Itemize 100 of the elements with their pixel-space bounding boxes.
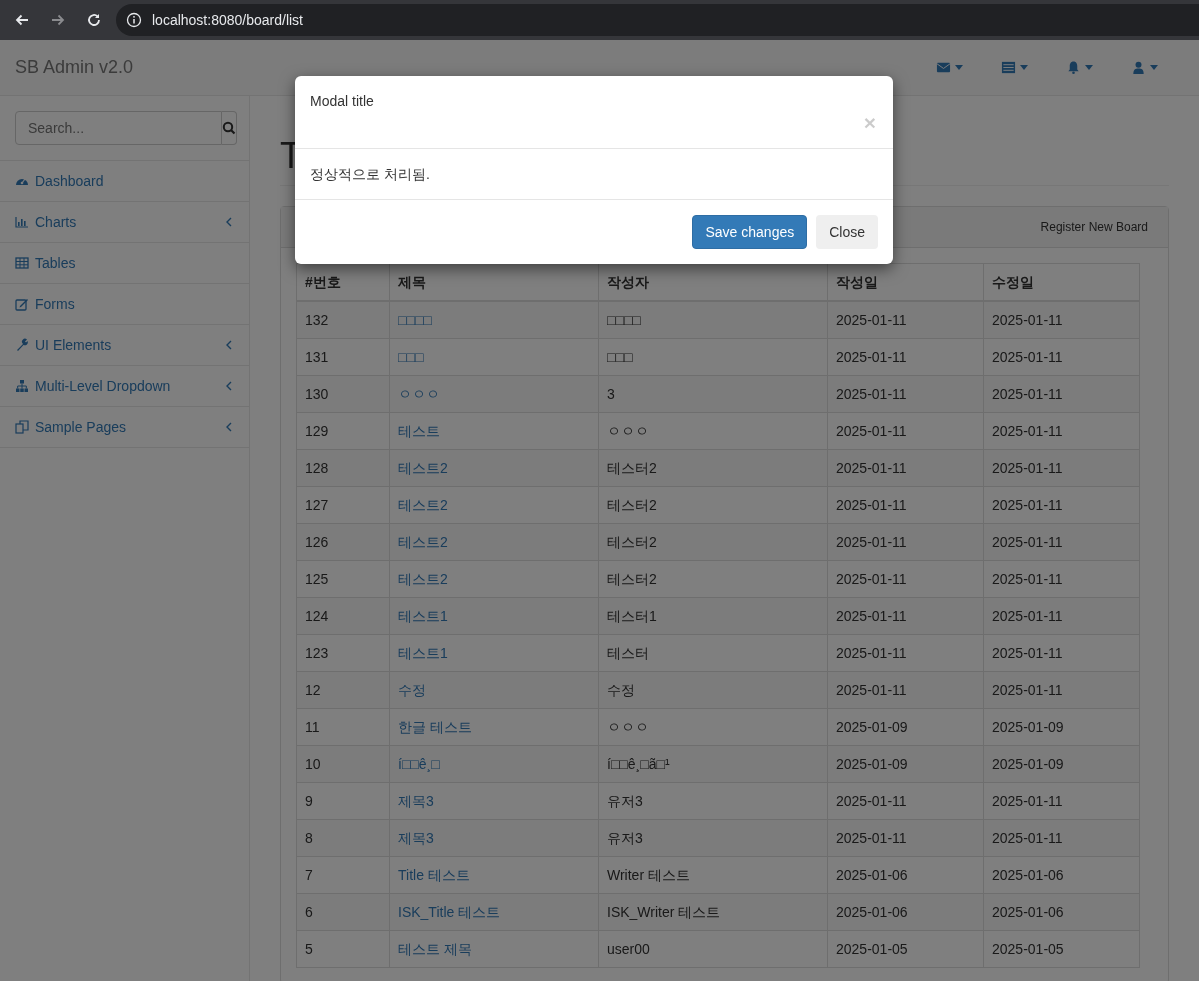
caret-icon	[1020, 65, 1028, 70]
table-cell: 2025-01-11	[827, 449, 984, 487]
table-cell: 2025-01-11	[827, 412, 984, 450]
title-link[interactable]: 테스트2	[398, 497, 448, 513]
table-cell: 130	[296, 375, 390, 413]
user-icon	[1131, 60, 1146, 75]
table-cell: 2025-01-11	[827, 523, 984, 561]
table-cell: 2025-01-11	[983, 671, 1140, 709]
table-cell: 테스터2	[598, 486, 828, 524]
table-cell: 129	[296, 412, 390, 450]
sidebar-item[interactable]: Tables	[0, 243, 249, 284]
title-link[interactable]: 제목3	[398, 793, 434, 809]
edit-icon	[15, 297, 29, 311]
table-cell: 유저3	[598, 819, 828, 857]
table-cell: 테스터1	[598, 597, 828, 635]
table-cell: 6	[296, 893, 390, 931]
title-link[interactable]: ㅇㅇㅇ	[398, 386, 440, 402]
title-link[interactable]: 테스트2	[398, 571, 448, 587]
table-cell: 2025-01-09	[827, 708, 984, 746]
info-icon	[126, 12, 142, 28]
table-cell: 2025-01-06	[983, 893, 1140, 931]
title-link[interactable]: □□□□	[398, 312, 432, 328]
table-cell: 11	[296, 708, 390, 746]
caret-icon	[955, 65, 963, 70]
table-cell: 2025-01-11	[983, 819, 1140, 857]
table-cell: 2025-01-11	[827, 819, 984, 857]
table-cell: 123	[296, 634, 390, 672]
table-cell: 2025-01-11	[827, 634, 984, 672]
search-button[interactable]	[222, 111, 237, 145]
table-cell: 132	[296, 301, 390, 339]
table-cell: 2025-01-11	[983, 412, 1140, 450]
table-cell: □□□	[598, 338, 828, 376]
save-button[interactable]: Save changes	[692, 215, 808, 249]
table-cell: 124	[296, 597, 390, 635]
table-cell: 2025-01-11	[983, 634, 1140, 672]
reload-icon	[86, 12, 102, 28]
table-cell: 5	[296, 930, 390, 968]
table-cell: 테스터2	[598, 560, 828, 598]
table-cell: 10	[296, 745, 390, 783]
table-cell: 2025-01-06	[983, 856, 1140, 894]
table-cell: 2025-01-05	[827, 930, 984, 968]
table-cell: 2025-01-11	[827, 338, 984, 376]
table-cell: ISK_Writer 테스트	[598, 893, 828, 931]
title-link[interactable]: 테스트1	[398, 608, 448, 624]
sidebar-item[interactable]: Charts	[0, 202, 249, 243]
close-button[interactable]: ×	[863, 113, 876, 133]
title-link[interactable]: □□□	[398, 349, 424, 365]
title-link[interactable]: 테스트	[398, 423, 440, 439]
table-cell: 2025-01-06	[827, 856, 984, 894]
table-cell: 126	[296, 523, 390, 561]
title-link[interactable]: 테스트1	[398, 645, 448, 661]
sidebar-item[interactable]: Sample Pages	[0, 407, 249, 448]
table-cell: 2025-01-11	[827, 301, 984, 339]
caret-icon	[1150, 65, 1158, 70]
table-cell: Writer 테스트	[598, 856, 828, 894]
search-field[interactable]: Search...	[15, 111, 222, 145]
title-link[interactable]: 수정	[398, 682, 426, 698]
title-link[interactable]: 테스트2	[398, 460, 448, 476]
table-cell: í□□ê¸□ã□¹	[598, 745, 828, 783]
bell-icon	[1066, 60, 1081, 75]
title-link[interactable]: 한글 테스트	[398, 719, 472, 735]
sidebar-item[interactable]: UI Elements	[0, 325, 249, 366]
title-link[interactable]: Title 테스트	[398, 867, 470, 883]
sitemap-icon	[15, 379, 29, 393]
arrow-left-icon	[14, 12, 30, 28]
sidebar-item[interactable]: Multi-Level Dropdown	[0, 366, 249, 407]
table-cell: 2025-01-11	[983, 486, 1140, 524]
close-button[interactable]: Close	[816, 215, 878, 249]
table-cell: 2025-01-11	[983, 449, 1140, 487]
table-cell: 7	[296, 856, 390, 894]
arrow-right-icon	[50, 12, 66, 28]
table-cell: 8	[296, 819, 390, 857]
table-cell: 2025-01-11	[983, 597, 1140, 635]
table-cell: 2025-01-09	[827, 745, 984, 783]
address-bar[interactable]: localhost:8080/board/list	[116, 4, 1199, 36]
table-cell: 9	[296, 782, 390, 820]
table-cell: 128	[296, 449, 390, 487]
table-cell: 125	[296, 560, 390, 598]
table-cell: 2025-01-11	[983, 782, 1140, 820]
sidebar-item[interactable]: Forms	[0, 284, 249, 325]
title-link[interactable]: 테스트2	[398, 534, 448, 550]
table-cell: 2025-01-06	[827, 893, 984, 931]
table-cell: 2025-01-11	[983, 375, 1140, 413]
wrench-icon	[15, 338, 29, 352]
table-cell: 127	[296, 486, 390, 524]
table-cell: 2025-01-11	[983, 523, 1140, 561]
modal-message: 정상적으로 처리됨.	[310, 166, 430, 182]
table-cell: 2025-01-11	[827, 671, 984, 709]
table-cell: 테스터	[598, 634, 828, 672]
table-cell: 2025-01-09	[983, 708, 1140, 746]
register-board-button[interactable]: Register New Board	[1035, 219, 1153, 235]
table-cell: 유저3	[598, 782, 828, 820]
bar-chart-icon	[15, 215, 29, 229]
title-link[interactable]: 테스트 제목	[398, 941, 472, 957]
sidebar-item[interactable]: Dashboard	[0, 161, 249, 202]
table-cell: ㅇㅇㅇ	[598, 708, 828, 746]
table-cell: 2025-01-11	[983, 560, 1140, 598]
table-icon	[15, 256, 29, 270]
title-link[interactable]: 제목3	[398, 830, 434, 846]
title-link[interactable]: í□□ê¸□	[398, 756, 440, 772]
